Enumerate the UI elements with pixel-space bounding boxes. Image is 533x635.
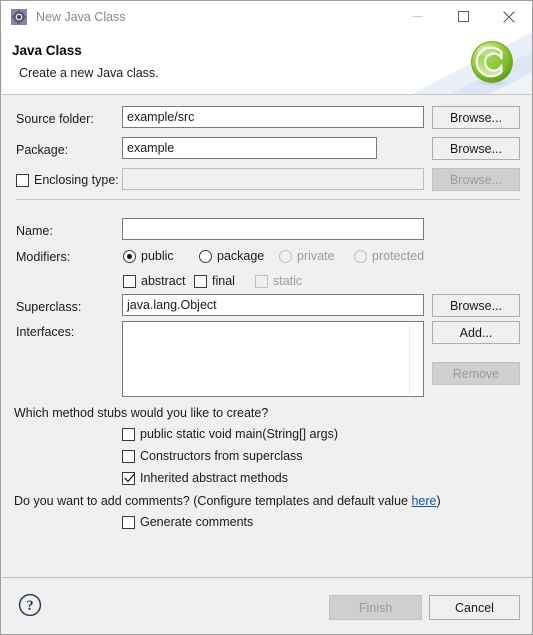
stub-checkbox-constructors[interactable] (122, 450, 135, 463)
package-input[interactable]: example (122, 137, 377, 159)
comments-question-prefix: Do you want to add comments? (Configure … (14, 494, 412, 508)
source-folder-input[interactable]: example/src (122, 106, 424, 128)
wizard-content: Source folder: example/src Browse... Pac… (2, 95, 532, 576)
superclass-label: Superclass: (16, 300, 82, 314)
interfaces-listbox[interactable] (122, 321, 424, 397)
modifier-radio-private-label: private (297, 249, 335, 263)
close-icon[interactable] (486, 1, 532, 32)
superclass-browse-button[interactable]: Browse... (432, 294, 520, 317)
modifier-checkbox-static-label: static (273, 274, 303, 288)
modifier-radio-protected-label: protected (372, 249, 425, 263)
package-browse-button[interactable]: Browse... (432, 137, 520, 160)
comments-question: Do you want to add comments? (Configure … (14, 494, 441, 508)
enclosing-type-browse-button[interactable]: Browse... (432, 168, 520, 191)
page-subtitle: Create a new Java class. (19, 66, 159, 80)
name-label: Name: (16, 224, 53, 238)
modifier-checkbox-abstract[interactable] (123, 275, 136, 288)
modifier-radio-public[interactable] (123, 250, 136, 263)
modifier-radio-public-label: public (141, 249, 174, 263)
check-mark-icon (124, 473, 135, 483)
modifier-radio-protected[interactable] (354, 250, 367, 263)
interfaces-label: Interfaces: (16, 325, 75, 339)
title-bar: New Java Class (1, 1, 532, 32)
stub-checkbox-main[interactable] (122, 428, 135, 441)
maximize-icon[interactable] (440, 1, 486, 32)
source-folder-label: Source folder: (16, 112, 94, 126)
modifier-checkbox-abstract-label: abstract (141, 274, 186, 288)
interfaces-scrollbar[interactable] (409, 324, 410, 394)
page-title: Java Class (12, 43, 82, 58)
eclipse-java-class-logo (468, 39, 516, 87)
modifier-radio-package[interactable] (199, 250, 212, 263)
stub-checkbox-constructors-label: Constructors from superclass (140, 449, 303, 463)
enclosing-type-input[interactable] (122, 168, 424, 190)
dialog-button-bar: ? Finish Cancel (2, 577, 532, 634)
modifier-checkbox-static[interactable] (255, 275, 268, 288)
configure-templates-link[interactable]: here (411, 494, 436, 508)
cancel-button[interactable]: Cancel (429, 595, 520, 620)
generate-comments-label: Generate comments (140, 515, 254, 529)
superclass-input[interactable]: java.lang.Object (122, 294, 424, 316)
help-icon[interactable]: ? (18, 593, 42, 617)
name-input[interactable] (122, 218, 424, 240)
finish-button[interactable]: Finish (329, 595, 422, 620)
generate-comments-checkbox[interactable] (122, 516, 135, 529)
window-title: New Java Class (36, 9, 126, 24)
new-java-class-dialog: New Java Class Java Class Create a new J… (0, 0, 533, 635)
stub-checkbox-inherited[interactable] (122, 472, 135, 485)
interfaces-add-button[interactable]: Add... (432, 321, 520, 344)
window-controls (394, 1, 532, 32)
method-stubs-question: Which method stubs would you like to cre… (14, 406, 269, 420)
wizard-header: Java Class Create a new Java class. (2, 32, 532, 95)
divider-1 (16, 199, 520, 200)
package-label: Package: (16, 143, 69, 157)
enclosing-type-label: Enclosing type: (34, 173, 119, 187)
source-folder-browse-button[interactable]: Browse... (432, 106, 520, 129)
interfaces-remove-button[interactable]: Remove (432, 362, 520, 385)
svg-text:?: ? (26, 598, 33, 614)
modifier-checkbox-final[interactable] (194, 275, 207, 288)
modifier-radio-package-label: package (217, 249, 265, 263)
enclosing-type-checkbox[interactable] (16, 174, 29, 187)
comments-question-suffix: ) (436, 494, 441, 508)
radio-dot (127, 254, 132, 259)
stub-checkbox-main-label: public static void main(String[] args) (140, 427, 338, 441)
java-wizard-icon (11, 8, 27, 25)
modifiers-label: Modifiers: (16, 250, 71, 264)
modifier-radio-private[interactable] (279, 250, 292, 263)
stub-checkbox-inherited-label: Inherited abstract methods (140, 471, 288, 485)
modifier-checkbox-final-label: final (212, 274, 235, 288)
minimize-icon[interactable] (394, 1, 440, 32)
